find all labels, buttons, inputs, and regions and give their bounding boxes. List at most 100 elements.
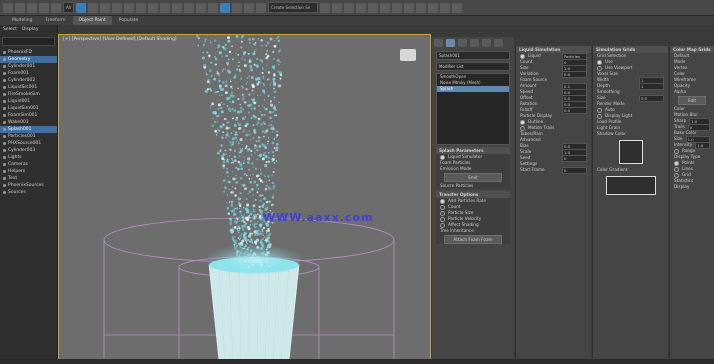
visibility-icon[interactable]	[3, 107, 6, 110]
scene-item[interactable]: PHXSource001	[0, 140, 57, 147]
scene-item[interactable]: Splash001	[0, 126, 57, 133]
visibility-icon[interactable]	[3, 86, 6, 89]
scene-item[interactable]: Lights	[0, 154, 57, 161]
motion-tab-icon[interactable]	[470, 39, 479, 47]
visibility-icon[interactable]	[3, 149, 6, 152]
swatch-preview[interactable]	[618, 140, 643, 164]
visibility-icon[interactable]	[3, 100, 6, 103]
radio-button[interactable]	[674, 148, 679, 154]
visibility-icon[interactable]	[3, 51, 6, 54]
bind-icon[interactable]	[51, 2, 61, 13]
radio-button[interactable]	[597, 107, 602, 113]
visibility-icon[interactable]	[3, 114, 6, 117]
scene-menu-display[interactable]: Display	[22, 27, 39, 32]
radio-button[interactable]	[520, 53, 525, 59]
move-icon[interactable]	[123, 2, 134, 13]
scene-item[interactable]: LiquidSrc001	[0, 84, 57, 91]
select-by-name-icon[interactable]	[87, 2, 98, 13]
radio-button[interactable]	[440, 222, 445, 228]
param-spinner[interactable]: 0	[562, 166, 587, 174]
radio-button[interactable]	[597, 65, 602, 71]
radio-button[interactable]	[440, 210, 445, 216]
snap-icon[interactable]	[219, 2, 230, 13]
radio-button[interactable]	[440, 216, 445, 222]
rollout-title[interactable]: Transfer Options	[436, 191, 510, 198]
scene-menu-select[interactable]: Select	[3, 27, 17, 32]
visibility-icon[interactable]	[3, 65, 6, 68]
param-spinner[interactable]: 0	[562, 154, 587, 162]
modifier-item[interactable]: Splash	[437, 86, 509, 92]
toggle-ribbon-icon[interactable]	[355, 2, 366, 13]
radio-button[interactable]	[674, 160, 679, 166]
radio-button[interactable]	[520, 125, 525, 131]
visibility-icon[interactable]	[3, 121, 6, 124]
visibility-icon[interactable]	[3, 163, 6, 166]
param-spinner[interactable]: 0.0	[639, 94, 664, 102]
hierarchy-tab-icon[interactable]	[458, 39, 467, 47]
tab-freeform[interactable]: Freeform	[39, 16, 71, 25]
layer-explorer-icon[interactable]	[343, 2, 354, 13]
scene-item[interactable]: Particles001	[0, 133, 57, 140]
scene-item[interactable]: FireSmokeSim	[0, 91, 57, 98]
named-selection-dropdown[interactable]: Create Selection Se	[267, 2, 318, 13]
radio-button[interactable]	[440, 198, 445, 204]
visibility-icon[interactable]	[3, 156, 6, 159]
visibility-icon[interactable]	[3, 170, 6, 173]
scene-item[interactable]: Wake001	[0, 119, 57, 126]
align-icon[interactable]	[331, 2, 342, 13]
create-tab-icon[interactable]	[434, 39, 443, 47]
tab-modeling[interactable]: Modeling	[6, 16, 38, 25]
visibility-icon[interactable]	[3, 135, 6, 138]
radio-button[interactable]	[597, 113, 602, 119]
scene-item[interactable]: Text	[0, 175, 57, 182]
visibility-icon[interactable]	[3, 79, 6, 82]
scene-item[interactable]: Sources	[0, 189, 57, 196]
visibility-icon[interactable]	[3, 184, 6, 187]
rendered-frame-icon[interactable]	[415, 2, 426, 13]
schematic-view-icon[interactable]	[379, 2, 390, 13]
rollout-title[interactable]: Splash Parameters	[436, 147, 510, 154]
selection-filter-dropdown[interactable]: All	[63, 2, 74, 13]
utilities-tab-icon[interactable]	[494, 39, 503, 47]
percent-snap-icon[interactable]	[243, 2, 254, 13]
scene-item[interactable]: PhoenixSources	[0, 182, 57, 189]
scene-item[interactable]: FoamSim001	[0, 112, 57, 119]
visibility-icon[interactable]	[3, 177, 6, 180]
radio-button[interactable]	[440, 204, 445, 210]
visibility-icon[interactable]	[3, 93, 6, 96]
panel-button[interactable]: Edit	[678, 96, 706, 105]
viewcube-icon[interactable]	[400, 49, 416, 61]
visibility-icon[interactable]	[3, 191, 6, 194]
window-crossing-icon[interactable]	[111, 2, 122, 13]
tab-object-paint[interactable]: Object Paint	[72, 16, 112, 25]
perspective-viewport[interactable]: [+] [Perspective] [User Defined] [Defaul…	[58, 34, 431, 360]
param-spinner[interactable]: 0.0	[562, 70, 587, 78]
unlink-icon[interactable]	[39, 2, 49, 13]
reference-coordinate-icon[interactable]	[171, 2, 182, 13]
scene-item[interactable]: Cameras	[0, 161, 57, 168]
param-spinner[interactable]: 1.0	[695, 141, 710, 149]
link-icon[interactable]	[27, 2, 37, 13]
object-name-field[interactable]: Splash001	[436, 51, 510, 60]
scene-item[interactable]: Cylinder001	[0, 63, 57, 70]
scale-icon[interactable]	[147, 2, 158, 13]
radio-button[interactable]	[674, 166, 679, 172]
param-spinner[interactable]: 1	[639, 82, 664, 90]
undo-icon[interactable]	[3, 2, 13, 13]
panel-button[interactable]: Emit	[444, 173, 502, 182]
keyboard-shortcut-icon[interactable]	[207, 2, 218, 13]
visibility-icon[interactable]	[3, 58, 6, 61]
panel-button[interactable]: Attach Foam Foam	[444, 235, 502, 244]
radio-button[interactable]	[440, 154, 445, 160]
scene-item[interactable]: Cylinder003	[0, 147, 57, 154]
display-tab-icon[interactable]	[482, 39, 491, 47]
curve-editor-icon[interactable]	[367, 2, 378, 13]
visibility-icon[interactable]	[3, 72, 6, 75]
redo-icon[interactable]	[15, 2, 25, 13]
mirror-icon[interactable]	[319, 2, 330, 13]
scene-search-input[interactable]	[2, 37, 55, 46]
param-spinner[interactable]: 0.0	[562, 106, 587, 114]
scene-item[interactable]: Cylinder002	[0, 77, 57, 84]
pivot-icon[interactable]	[183, 2, 194, 13]
visibility-icon[interactable]	[3, 142, 6, 145]
